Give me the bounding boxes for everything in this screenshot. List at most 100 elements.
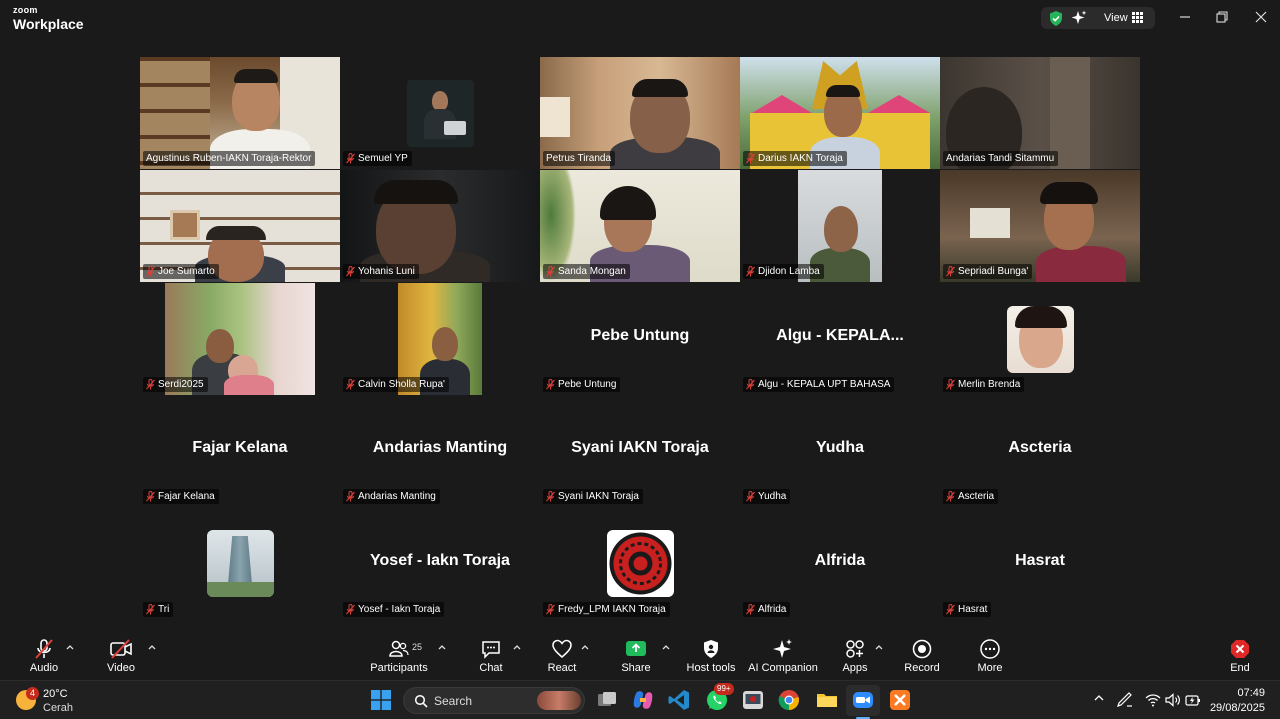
weather-temp: 20°C [43,688,68,700]
participant-name: Djidon Lamba [743,264,824,279]
video-tile[interactable]: Hasrat Hasrat [940,508,1140,620]
grid-view-icon[interactable] [1132,12,1143,23]
title-bar: zoom Workplace View [0,0,1280,38]
video-tile[interactable]: Sanda Mongan [540,170,740,282]
apps-button[interactable]: Apps [839,638,871,674]
share-button[interactable]: Share [619,638,653,674]
audio-button[interactable]: Audio [24,638,64,674]
battery-charging-icon[interactable] [1185,693,1201,707]
video-tile[interactable]: Andarias Manting Andarias Manting [340,395,540,507]
windows-start-icon[interactable] [371,690,391,710]
zoom-app-icon[interactable] [851,688,875,712]
participant-name: Yohanis Luni [343,264,419,279]
restore-icon[interactable] [1215,10,1229,24]
video-tile[interactable]: Petrus Tiranda [540,57,740,169]
chevron-up-icon[interactable] [875,644,883,650]
task-view-icon[interactable] [595,688,619,712]
ai-companion-icon [773,639,792,658]
view-button[interactable]: View [1104,12,1128,24]
video-tile[interactable]: Tri [140,508,340,620]
video-tile[interactable]: Yudha Yudha [740,395,940,507]
minimize-icon[interactable] [1178,10,1192,24]
wifi-icon[interactable] [1145,693,1161,707]
muted-mic-icon [346,153,355,164]
video-tile[interactable]: Alfrida Alfrida [740,508,940,620]
whatsapp-app[interactable]: 99+ [705,683,734,712]
search-icon [414,694,428,708]
video-tile[interactable]: Sepriadi Bunga' [940,170,1140,282]
video-tile[interactable]: Semuel YP [340,57,540,169]
apps-icon [846,640,864,658]
photo-app-icon[interactable] [741,688,765,712]
system-clock[interactable]: 07:49 29/08/2025 [1210,686,1265,716]
muted-mic-icon [35,639,53,659]
participant-name: Andarias Manting [343,489,440,504]
video-tile[interactable]: Calvin Sholla Rupa' [340,283,540,395]
participant-name: Joe Sumarto [143,264,219,279]
participant-display-name: Andarias Manting [372,439,508,456]
muted-mic-icon [346,266,355,277]
chevron-up-icon[interactable] [513,644,521,650]
muted-mic-icon [146,491,155,502]
muted-mic-icon [546,266,555,277]
video-button[interactable]: Video [101,638,141,674]
muted-mic-icon [346,379,355,390]
chrome-icon[interactable] [777,688,801,712]
video-tile[interactable]: Pebe Untung Pebe Untung [540,283,740,395]
search-highlight-image [537,691,581,710]
video-tile[interactable]: Joe Sumarto [140,170,340,282]
record-button[interactable]: Record [902,638,942,674]
video-tile[interactable]: Agustinus Ruben-IAKN Toraja-Rektor [140,57,340,169]
video-tile[interactable]: Syani IAKN Toraja Syani IAKN Toraja [540,395,740,507]
copilot-icon[interactable] [631,688,655,712]
brand-bottom: Workplace [13,16,84,32]
video-tile[interactable]: Ascteria Ascteria [940,395,1140,507]
zoom-logo: zoom Workplace [13,6,84,32]
muted-mic-icon [946,491,955,502]
close-icon[interactable] [1254,10,1268,24]
vscode-icon[interactable] [667,688,691,712]
ai-sparkle-icon[interactable] [1071,10,1087,26]
ai-companion-button[interactable]: AI Companion [746,638,820,674]
video-tile[interactable]: Serdi2025 [140,283,340,395]
pen-input-icon[interactable] [1116,692,1134,708]
xampp-icon[interactable] [888,688,912,712]
participant-name: Serdi2025 [143,377,208,392]
chevron-up-icon[interactable] [1094,693,1104,703]
participant-name: Sanda Mongan [543,264,630,279]
video-tile[interactable]: Yohanis Luni [340,170,540,282]
encryption-shield-icon[interactable] [1049,11,1063,26]
taskbar-search[interactable]: Search [403,687,585,714]
muted-mic-icon [746,266,755,277]
video-tile[interactable]: Fredy_LPM IAKN Toraja [540,508,740,620]
host-tools-button[interactable]: Host tools [685,638,737,674]
video-tile[interactable]: Djidon Lamba [740,170,940,282]
participant-display-name: Hasrat [1015,552,1065,569]
file-explorer-icon[interactable] [815,688,839,712]
end-meeting-button[interactable]: End [1224,638,1256,674]
participant-name: Agustinus Ruben-IAKN Toraja-Rektor [143,151,316,166]
video-tile[interactable]: Merlin Brenda [940,283,1140,395]
muted-mic-icon [346,491,355,502]
video-tile[interactable]: Fajar Kelana Fajar Kelana [140,395,340,507]
chevron-up-icon[interactable] [66,644,74,650]
muted-mic-icon [746,379,755,390]
video-tile[interactable]: Andarias Tandi Sitammu [940,57,1140,169]
video-tile[interactable]: Yosef - Iakn Toraja Yosef - Iakn Toraja [340,508,540,620]
video-tile[interactable]: Algu - KEPALA... Algu - KEPALA UPT BAHAS… [740,283,940,395]
volume-icon[interactable] [1165,693,1181,707]
chevron-up-icon[interactable] [438,644,446,650]
react-button[interactable]: React [545,638,579,674]
video-tile[interactable]: Darius IAKN Toraja [740,57,940,169]
chevron-up-icon[interactable] [148,644,156,650]
participant-display-name: Yosef - Iakn Toraja [370,552,510,569]
more-button[interactable]: More [974,638,1006,674]
participant-name: Petrus Tiranda [543,151,616,166]
participant-name: Andarias Tandi Sitammu [943,151,1059,166]
participant-name: Fredy_LPM IAKN Toraja [543,602,670,617]
muted-mic-icon [546,491,555,502]
chat-button[interactable]: Chat [475,638,507,674]
chevron-up-icon[interactable] [581,644,589,650]
muted-mic-icon [146,379,155,390]
chevron-up-icon[interactable] [662,644,670,650]
